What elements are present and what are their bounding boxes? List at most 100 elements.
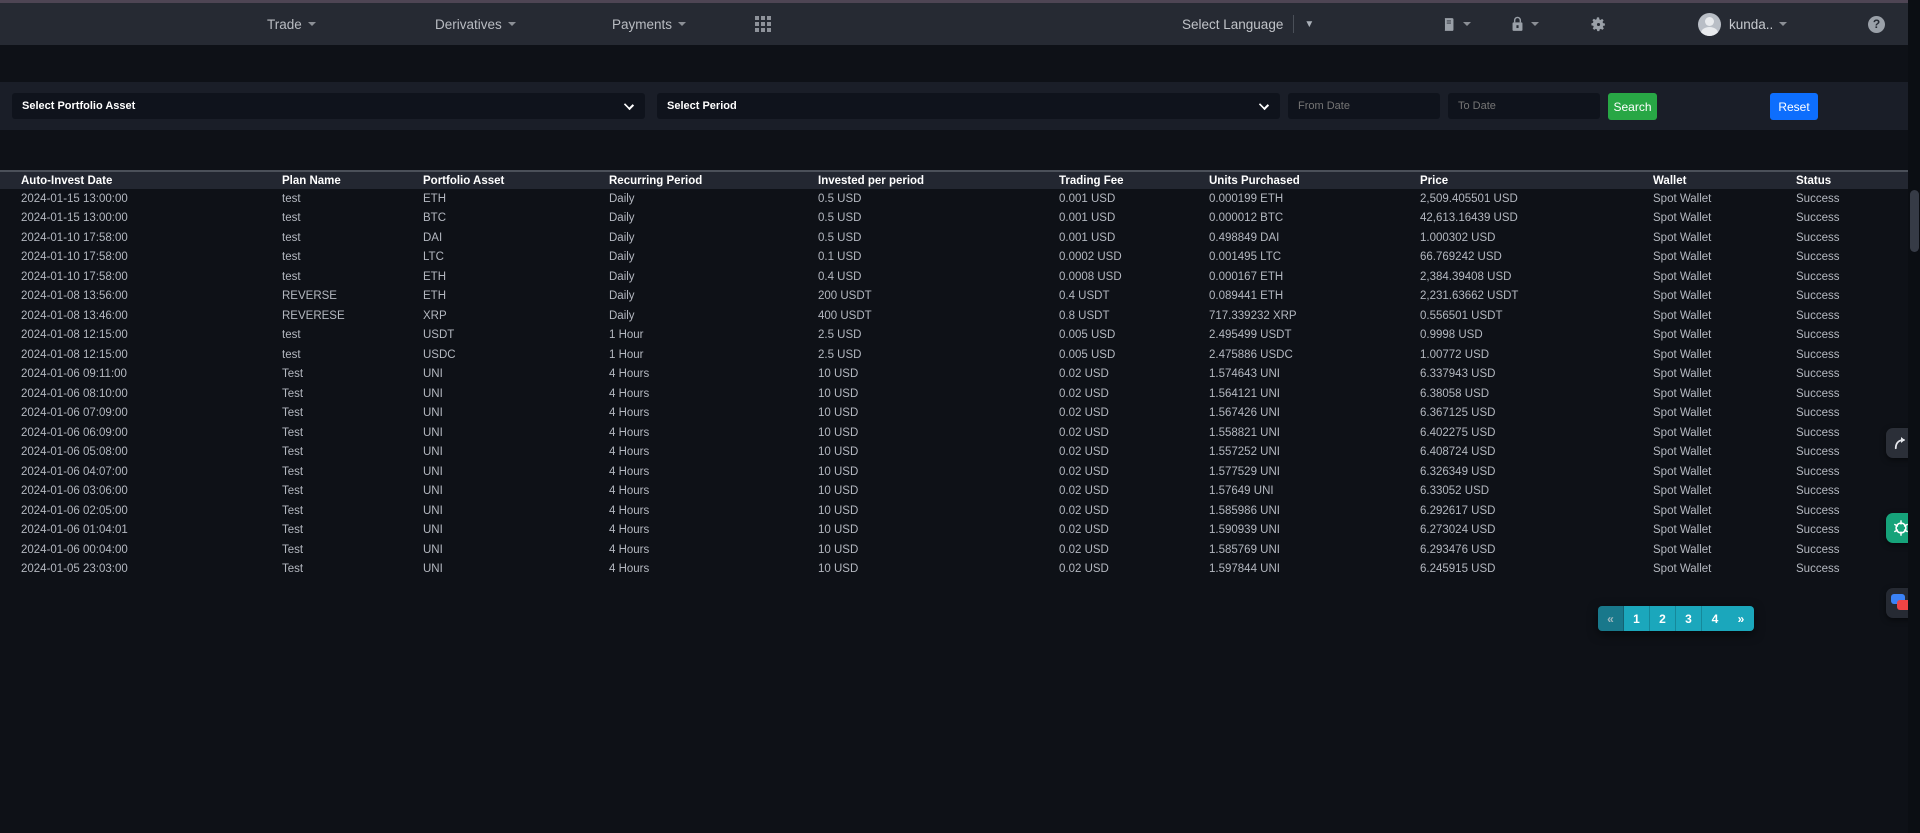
table-cell: Test (282, 384, 423, 404)
table-cell: 2024-01-10 17:58:00 (0, 228, 282, 248)
table-cell: 4 Hours (609, 365, 818, 385)
nav-menu-trade[interactable]: Trade (267, 3, 316, 45)
table-cell: 4 Hours (609, 540, 818, 560)
table-cell: 2024-01-08 13:56:00 (0, 287, 282, 307)
table-cell: UNI (423, 443, 609, 463)
table-cell: 0.02 USD (1059, 443, 1209, 463)
table-cell: Success (1796, 287, 1908, 307)
period-select[interactable]: Select Period (657, 93, 1280, 119)
table-cell: 0.001 USD (1059, 209, 1209, 229)
table-cell: 2024-01-10 17:58:00 (0, 267, 282, 287)
table-cell: 0.0002 USD (1059, 248, 1209, 268)
table-cell: Test (282, 462, 423, 482)
table-cell: Spot Wallet (1653, 209, 1796, 229)
table-cell: 10 USD (818, 482, 1059, 502)
table-cell: 2,509.405501 USD (1420, 189, 1653, 209)
table-cell: 1.564121 UNI (1209, 384, 1420, 404)
table-row: 2024-01-10 17:58:00testETHDaily0.4 USD0.… (0, 267, 1908, 287)
reset-button[interactable]: Reset (1770, 93, 1818, 120)
settings-button[interactable] (1590, 3, 1607, 45)
table-cell: test (282, 345, 423, 365)
table-cell: 400 USDT (818, 306, 1059, 326)
table-cell: 0.02 USD (1059, 521, 1209, 541)
table-cell: 10 USD (818, 365, 1059, 385)
table-cell: 0.5 USD (818, 189, 1059, 209)
language-dropdown-icon: ▼ (1304, 19, 1314, 30)
search-button[interactable]: Search (1608, 93, 1657, 120)
table-cell: 6.408724 USD (1420, 443, 1653, 463)
user-menu[interactable]: kunda.. (1698, 3, 1787, 45)
portfolio-asset-select[interactable]: Select Portfolio Asset (12, 93, 645, 119)
language-selector[interactable]: Select Language ▼ (1182, 3, 1314, 45)
user-name: kunda.. (1729, 17, 1773, 32)
table-cell: Daily (609, 267, 818, 287)
table-cell: 0.02 USD (1059, 384, 1209, 404)
table-cell: 2,384.39408 USD (1420, 267, 1653, 287)
table-cell: 2024-01-06 06:09:00 (0, 423, 282, 443)
table-cell: UNI (423, 423, 609, 443)
to-date-input[interactable] (1448, 93, 1600, 119)
table-cell: 0.02 USD (1059, 462, 1209, 482)
from-date-input[interactable] (1288, 93, 1440, 119)
wallet-lock-icon (1510, 16, 1525, 33)
apps-grid-button[interactable] (755, 3, 771, 45)
table-cell: 2024-01-06 05:08:00 (0, 443, 282, 463)
table-cell: UNI (423, 540, 609, 560)
table-column-header: Price (1420, 171, 1653, 189)
table-cell: Success (1796, 462, 1908, 482)
pagination-page-button[interactable]: 2 (1650, 606, 1676, 631)
table-column-header: Recurring Period (609, 171, 818, 189)
table-cell: Spot Wallet (1653, 443, 1796, 463)
table-row: 2024-01-06 01:04:01TestUNI4 Hours10 USD0… (0, 521, 1908, 541)
pagination-page-button[interactable]: 4 (1702, 606, 1728, 631)
pagination-page-button[interactable]: 3 (1676, 606, 1702, 631)
table-cell: 0.02 USD (1059, 365, 1209, 385)
table-cell: 0.02 USD (1059, 482, 1209, 502)
scrollbar-thumb[interactable] (1910, 190, 1919, 252)
table-cell: test (282, 189, 423, 209)
table-cell: 0.000012 BTC (1209, 209, 1420, 229)
table-cell: 6.273024 USD (1420, 521, 1653, 541)
table-column-header: Units Purchased (1209, 171, 1420, 189)
table-cell: USDT (423, 326, 609, 346)
table-cell: 1.590939 UNI (1209, 521, 1420, 541)
table-cell: Test (282, 560, 423, 580)
table-cell: 2024-01-10 17:58:00 (0, 248, 282, 268)
wallet-button[interactable] (1510, 3, 1539, 45)
table-cell: 6.292617 USD (1420, 501, 1653, 521)
table-cell: 1.585986 UNI (1209, 501, 1420, 521)
table-cell: Test (282, 540, 423, 560)
table-cell: 0.005 USD (1059, 345, 1209, 365)
table-cell: Spot Wallet (1653, 462, 1796, 482)
pagination-prev-button[interactable]: « (1598, 606, 1624, 631)
table-cell: 717.339232 XRP (1209, 306, 1420, 326)
table-cell: ETH (423, 267, 609, 287)
table-cell: 4 Hours (609, 482, 818, 502)
nav-menu-payments[interactable]: Payments (612, 3, 686, 45)
table-cell: 10 USD (818, 501, 1059, 521)
table-cell: UNI (423, 521, 609, 541)
table-body: 2024-01-15 13:00:00testETHDaily0.5 USD0.… (0, 189, 1908, 579)
table-row: 2024-01-06 04:07:00TestUNI4 Hours10 USD0… (0, 462, 1908, 482)
table-cell: Test (282, 443, 423, 463)
table-cell: 4 Hours (609, 384, 818, 404)
table-cell: 4 Hours (609, 443, 818, 463)
table-cell: 10 USD (818, 540, 1059, 560)
nav-menu-derivatives[interactable]: Derivatives (435, 3, 516, 45)
scrollbar-track[interactable] (1908, 0, 1920, 833)
table-cell: Test (282, 365, 423, 385)
table-row: 2024-01-06 06:09:00TestUNI4 Hours10 USD0… (0, 423, 1908, 443)
table-cell: 6.402275 USD (1420, 423, 1653, 443)
orders-button[interactable] (1440, 3, 1471, 45)
table-cell: 4 Hours (609, 462, 818, 482)
help-button[interactable]: ? (1868, 3, 1885, 45)
table-cell: 10 USD (818, 560, 1059, 580)
table-cell: Daily (609, 287, 818, 307)
table-cell: 10 USD (818, 384, 1059, 404)
portfolio-asset-select-label: Select Portfolio Asset (12, 100, 135, 112)
chevron-down-icon (1779, 22, 1787, 26)
pagination-page-button[interactable]: 1 (1624, 606, 1650, 631)
user-avatar (1698, 13, 1721, 36)
table-column-header: Auto-Invest Date (0, 171, 282, 189)
pagination-next-button[interactable]: » (1728, 606, 1754, 631)
